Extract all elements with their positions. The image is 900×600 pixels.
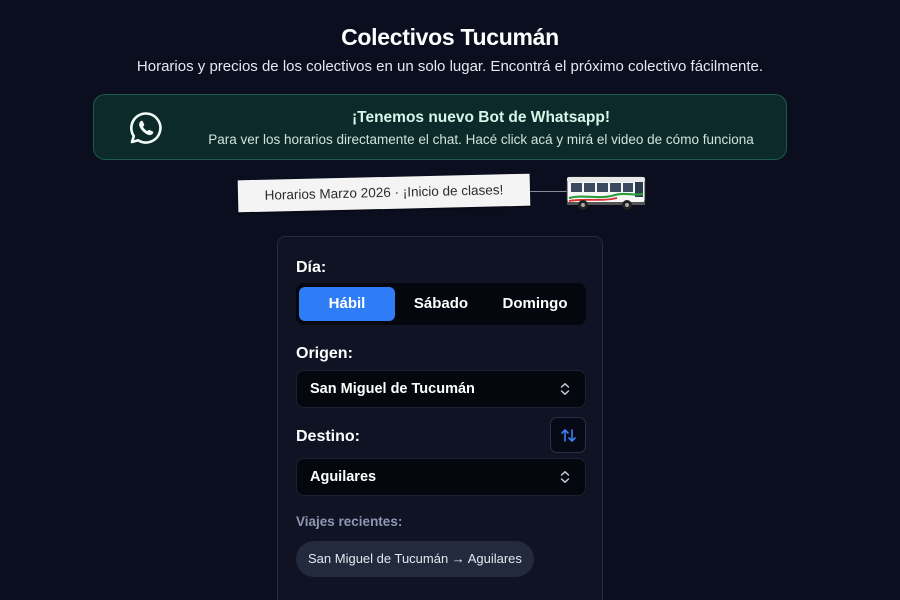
day-option-habil[interactable]: Hábil [299, 287, 395, 321]
destination-select[interactable]: Aguilares [296, 458, 586, 496]
day-option-domingo[interactable]: Domingo [487, 287, 583, 321]
chevron-up-down-icon [560, 383, 570, 395]
day-label: Día: [296, 259, 327, 276]
origin-label: Origen: [296, 345, 353, 362]
trip-search-card: Día: Hábil Sábado Domingo Origen: San Mi… [277, 236, 603, 600]
destination-label: Destino: [296, 428, 360, 445]
swap-origin-destination-button[interactable] [550, 417, 586, 453]
schedule-notice[interactable]: Horarios Marzo 2026 · ¡Inicio de clases! [237, 173, 531, 213]
whatsapp-bot-banner[interactable]: ¡Tenemos nuevo Bot de Whatsapp! Para ver… [93, 94, 787, 160]
whatsapp-banner-text: Para ver los horarios directamente el ch… [208, 132, 754, 147]
page: Colectivos Tucumán Horarios y precios de… [0, 0, 900, 600]
destination-select-value: Aguilares [310, 469, 377, 485]
day-selector: Hábil Sábado Domingo [296, 283, 586, 325]
page-subtitle: Horarios y precios de los colectivos en … [136, 58, 764, 75]
swap-arrows-icon [561, 429, 576, 442]
chevron-up-down-icon [560, 471, 570, 483]
bus-icon [566, 176, 646, 210]
origin-select[interactable]: San Miguel de Tucumán [296, 370, 586, 408]
whatsapp-banner-title: ¡Tenemos nuevo Bot de Whatsapp! [351, 109, 611, 126]
day-option-sabado[interactable]: Sábado [395, 287, 487, 321]
origin-select-value: San Miguel de Tucumán [310, 381, 475, 397]
recent-trips-label: Viajes recientes: [296, 514, 403, 529]
page-title: Colectivos Tucumán [341, 24, 559, 50]
recent-trip-chip[interactable]: San Miguel de Tucumán → Aguilares [296, 541, 534, 577]
